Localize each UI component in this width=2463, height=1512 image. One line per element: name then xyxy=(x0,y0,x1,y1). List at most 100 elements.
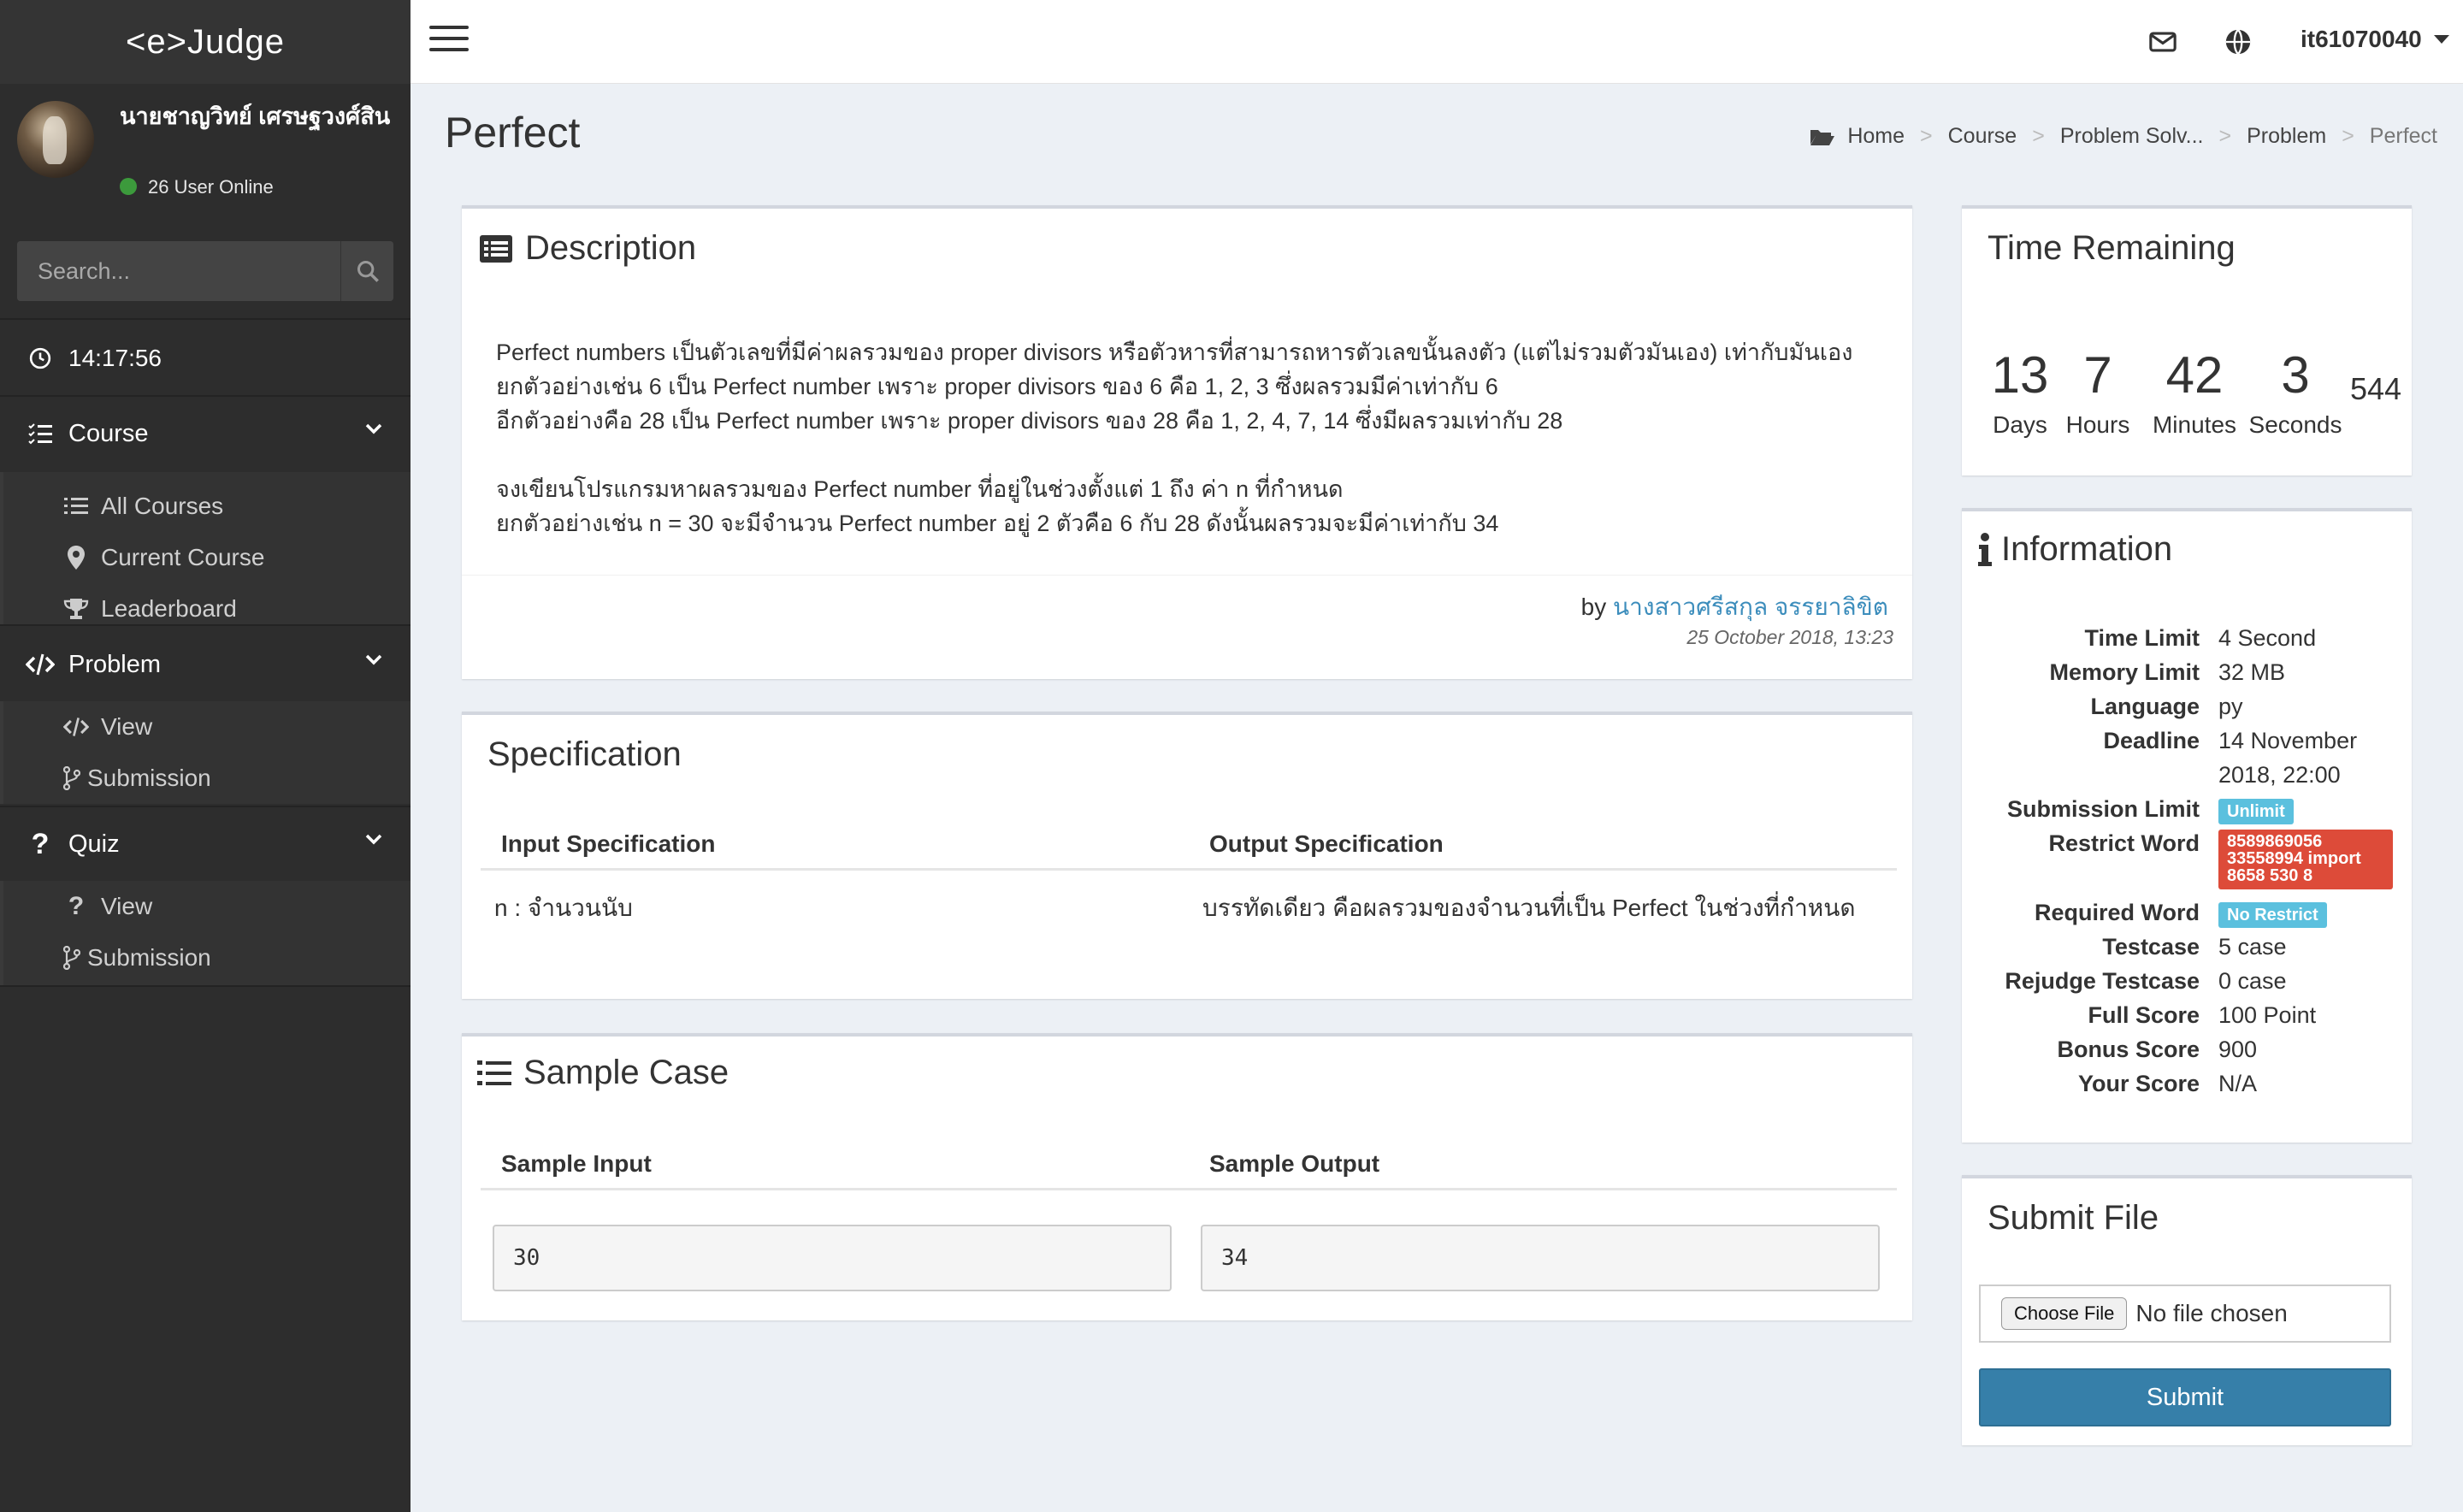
divider xyxy=(0,985,410,987)
username: it61070040 xyxy=(2301,26,2422,52)
online-status-icon xyxy=(120,178,137,195)
menu-item-label: Leaderboard xyxy=(101,595,237,622)
caret-down-icon xyxy=(2433,35,2449,44)
divider xyxy=(0,624,410,626)
menu-problem[interactable]: Problem xyxy=(0,628,410,701)
submit-file-title: Submit File xyxy=(1988,1199,2159,1237)
menu-item-label: Submission xyxy=(87,765,211,791)
info-key: Language xyxy=(2090,694,2200,719)
input-spec-value: n : จำนวนนับ xyxy=(494,894,633,921)
user-menu[interactable]: it61070040 xyxy=(2301,26,2449,53)
days-value: 13 xyxy=(1991,346,2049,404)
info-key: Full Score xyxy=(2088,1002,2200,1028)
info-value: 900 xyxy=(2218,1037,2258,1062)
sample-case-box: Sample Case Sample Input Sample Output 3… xyxy=(462,1033,1912,1320)
globe-icon[interactable] xyxy=(2224,27,2253,56)
breadcrumb-course[interactable]: Course xyxy=(1948,124,2017,149)
code-branch-icon xyxy=(63,764,80,793)
menu-problem-submission[interactable]: Submission xyxy=(3,753,410,804)
list-ol-icon xyxy=(477,1060,511,1085)
menu-item-label: Current Course xyxy=(101,544,265,570)
file-input[interactable]: Choose File No file chosen xyxy=(1979,1285,2391,1343)
envelope-icon[interactable] xyxy=(2148,27,2177,56)
sidebar-search xyxy=(17,241,393,301)
breadcrumb-problem[interactable]: Problem xyxy=(2247,124,2326,149)
list-icon xyxy=(63,492,89,521)
menu-current-course[interactable]: Current Course xyxy=(3,532,410,583)
description-title: Description xyxy=(479,229,696,268)
output-spec-value: บรรทัดเดียว คือผลรวมของจำนวนที่เป็น Perf… xyxy=(1202,894,1856,921)
list-alt-icon xyxy=(480,234,512,263)
breadcrumb-home[interactable]: Home xyxy=(1847,124,1905,149)
menu-quiz-view[interactable]: ? View xyxy=(3,881,410,932)
seconds-value: 3 xyxy=(2281,346,2310,404)
submenu-course: All Courses Current Course Leaderboard xyxy=(0,472,410,624)
sample-output-header: Sample Output xyxy=(1189,1141,1897,1190)
info-row-deadline: Deadline 14 November 2018, 22:00 xyxy=(1979,724,2398,792)
menu-quiz-submission[interactable]: Submission xyxy=(3,932,410,983)
menu-item-label: View xyxy=(101,893,153,919)
sample-input-header: Sample Input xyxy=(481,1141,1189,1190)
info-key: Submission Limit xyxy=(2006,796,2200,822)
menu-leaderboard[interactable]: Leaderboard xyxy=(3,583,410,635)
info-row-memory-limit: Memory Limit 32 MB xyxy=(1979,655,2398,689)
info-key: Deadline xyxy=(2103,728,2200,753)
author-link[interactable]: นางสาวศรีสกุล จรรยาลิขิต xyxy=(1613,594,1888,620)
question-icon: ? xyxy=(68,892,85,920)
folder-open-icon xyxy=(1810,129,1835,145)
info-row-rejudge-testcase: Rejudge Testcase 0 case xyxy=(1979,964,2398,998)
author-line: by นางสาวศรีสกุล จรรยาลิขิต xyxy=(1581,588,1888,626)
description-box: Description Perfect numbers เป็นตัวเลขที… xyxy=(462,205,1912,679)
info-row-bonus-score: Bonus Score 900 xyxy=(1979,1032,2398,1066)
sidebar: <e>Judge นายชาญวิทย์ เศรษฐวงศ์สิน 26 Use… xyxy=(0,0,410,1512)
seconds-label: Seconds xyxy=(2248,411,2342,438)
search-icon xyxy=(357,260,379,282)
description-footer-divider xyxy=(462,575,1912,576)
info-value: 5 case xyxy=(2218,934,2287,960)
choose-file-button[interactable]: Choose File xyxy=(2001,1297,2128,1330)
description-line: ยกตัวอย่างเช่น 6 เป็น Perfect number เพร… xyxy=(496,374,1498,399)
sample-input-code[interactable]: 30 xyxy=(493,1225,1172,1291)
days-label: Days xyxy=(1993,411,2047,438)
post-date: 25 October 2018, 13:23 xyxy=(1686,626,1893,648)
search-input[interactable] xyxy=(17,241,340,301)
info-key: Rejudge Testcase xyxy=(2005,968,2200,994)
countdown-days: 13 Days xyxy=(1986,346,2054,439)
submenu-problem: View Submission xyxy=(0,701,410,804)
search-button[interactable] xyxy=(340,241,393,301)
breadcrumb-problem-solving[interactable]: Problem Solv... xyxy=(2060,124,2204,149)
brand-logo[interactable]: <e>Judge xyxy=(0,0,410,84)
avatar xyxy=(17,101,94,178)
sample-output-code[interactable]: 34 xyxy=(1201,1225,1880,1291)
menu-course-label: Course xyxy=(68,419,149,447)
sample-case-title: Sample Case xyxy=(477,1054,729,1092)
hamburger-menu-button[interactable] xyxy=(429,26,469,60)
information-title: Information xyxy=(1977,530,2172,569)
info-row-your-score: Your Score N/A xyxy=(1979,1066,2398,1101)
info-row-required-word: Required Word No Restrict xyxy=(1979,895,2398,930)
info-row-language: Language py xyxy=(1979,689,2398,724)
description-line: Perfect numbers เป็นตัวเลขที่มีค่าผลรวมข… xyxy=(496,340,1853,365)
user-name: นายชาญวิทย์ เศรษฐวงศ์สิน xyxy=(120,103,391,129)
submit-button[interactable]: Submit xyxy=(1979,1368,2391,1426)
code-branch-icon xyxy=(63,943,80,972)
description-line: ยกตัวอย่างเช่น n = 30 จะมีจำนวน Perfect … xyxy=(496,511,1499,536)
time-remaining-title: Time Remaining xyxy=(1988,229,2236,267)
menu-problem-label: Problem xyxy=(68,650,161,678)
info-row-full-score: Full Score 100 Point xyxy=(1979,998,2398,1032)
menu-quiz-label: Quiz xyxy=(68,830,120,858)
menu-problem-view[interactable]: View xyxy=(3,701,410,753)
description-blank-line xyxy=(496,438,1852,472)
menu-course[interactable]: Course xyxy=(0,397,410,470)
specification-box: Specification Input Specification Output… xyxy=(462,712,1912,999)
menu-item-label: All Courses xyxy=(101,493,224,519)
breadcrumb-separator: > xyxy=(2342,124,2354,148)
breadcrumb-separator: > xyxy=(2218,124,2232,148)
menu-quiz[interactable]: ? Quiz xyxy=(0,807,410,881)
info-value: 32 MB xyxy=(2218,659,2286,685)
menu-all-courses[interactable]: All Courses xyxy=(3,481,410,532)
description-line: จงเขียนโปรแกรมหาผลรวมของ Perfect number … xyxy=(496,476,1344,502)
menu-item-label: View xyxy=(101,713,153,740)
info-key: Time Limit xyxy=(2084,625,2200,651)
breadcrumb-current: Perfect xyxy=(2369,124,2437,148)
